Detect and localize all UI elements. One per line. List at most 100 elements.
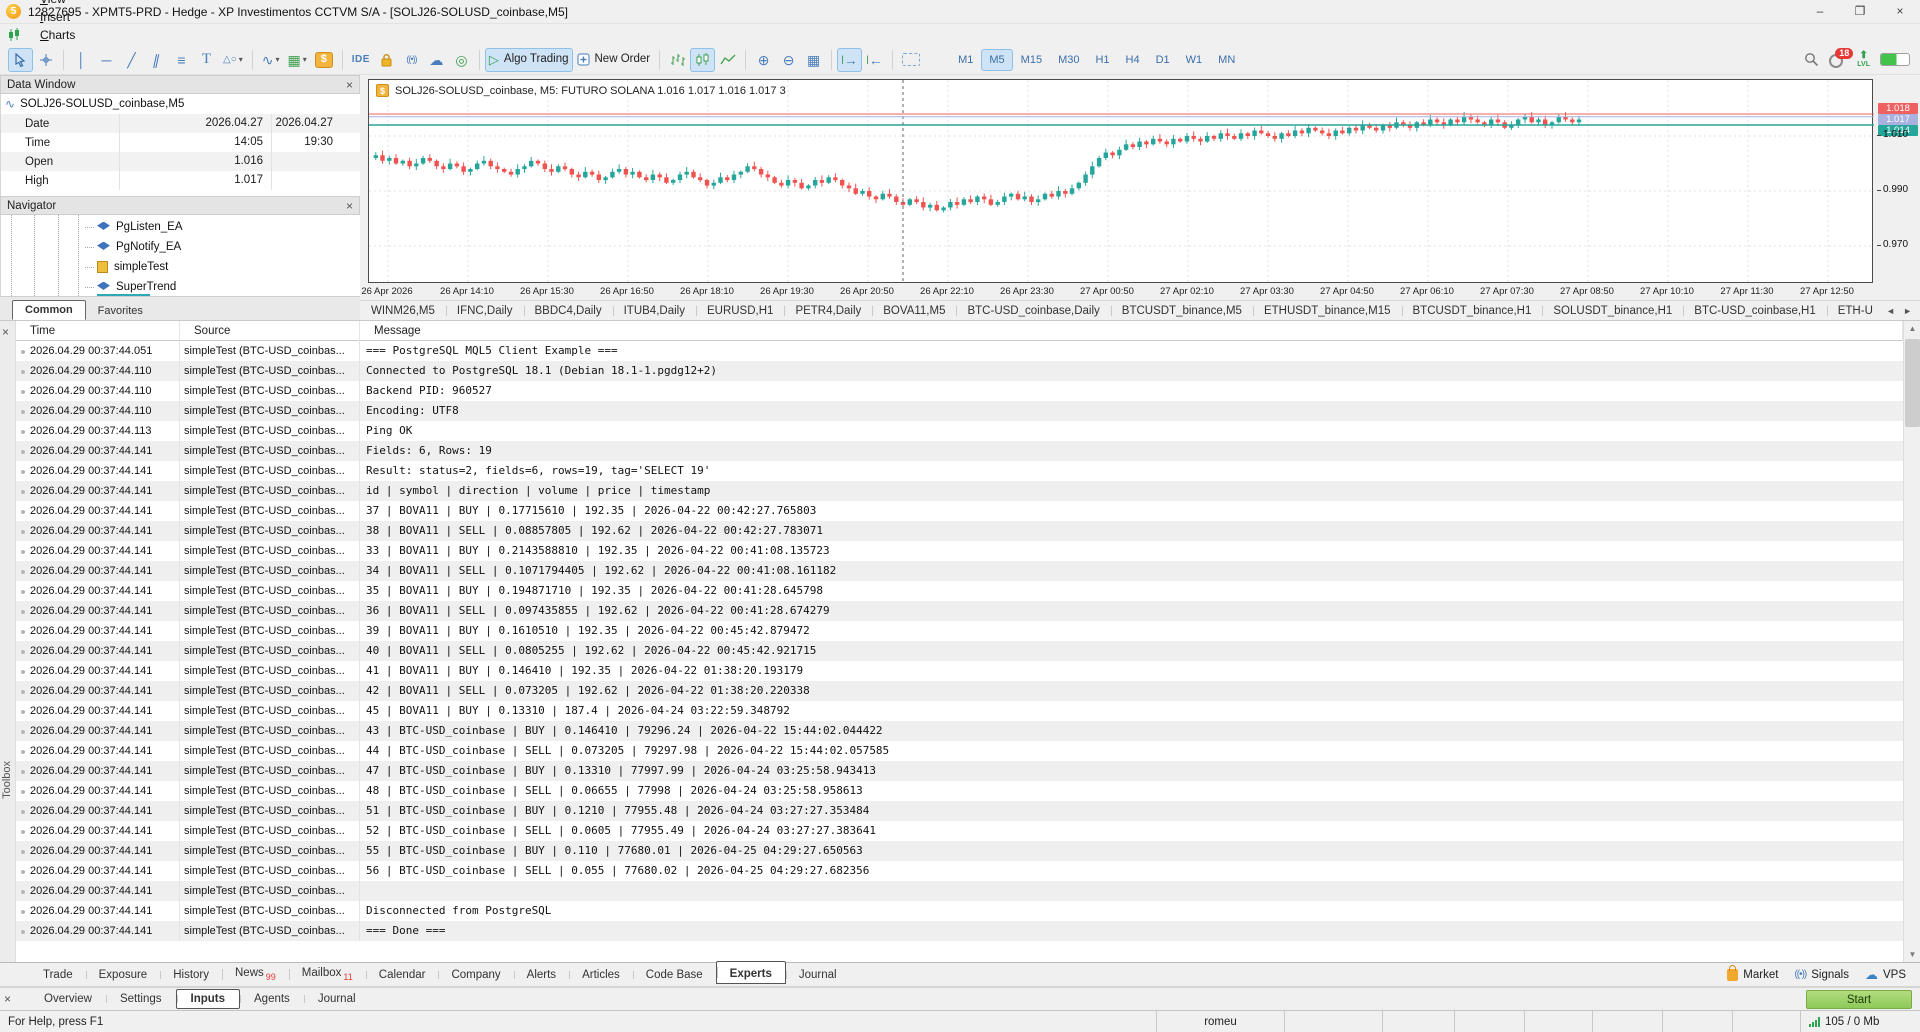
toolbox-tab[interactable]: Calendar [365,966,439,984]
bar-chart-type-button[interactable] [665,48,690,72]
vertical-line-button[interactable]: │ [69,48,94,72]
chart-tab[interactable]: EURUSD,H1 [695,303,784,319]
log-row[interactable]: 2026.04.29 00:37:44.141 simpleTest (BTC-… [16,801,1903,821]
chart-shift-button[interactable]: 𝍩 → [837,47,863,72]
fibonacci-button[interactable]: ≡ [169,48,194,72]
navigator-tab[interactable]: Favorites [86,302,155,320]
navigator-item-PgNotify_EA[interactable]: PgNotify_EA [85,237,360,257]
chart-autoscroll-end-button[interactable]: 𝍩 ← [862,48,887,72]
scroll-down-icon[interactable]: ▼ [1904,947,1920,963]
close-button[interactable]: × [1880,0,1920,24]
menu-item[interactable]: View [29,0,94,8]
trendline-button[interactable]: ╱ [119,48,144,72]
chart-tab[interactable]: BBDC4,Daily [523,303,613,319]
timeframe-button[interactable]: H1 [1087,49,1117,71]
algo-trading-button[interactable]: ▷ Algo Trading [484,47,573,72]
vps-button[interactable]: ☁ VPS [1865,967,1906,983]
cloud-button[interactable]: ☁ [424,48,449,72]
chart-tab[interactable]: BTCUSDT_binance,H1 [1401,303,1543,319]
log-row[interactable]: 2026.04.29 00:37:44.113 simpleTest (BTC-… [16,421,1903,441]
log-row[interactable]: 2026.04.29 00:37:44.141 simpleTest (BTC-… [16,821,1903,841]
toolbox-tab[interactable]: Experts [715,961,786,984]
log-row[interactable]: 2026.04.29 00:37:44.141 simpleTest (BTC-… [16,921,1903,941]
log-column-source[interactable]: Source [180,321,360,341]
agents-panel-tab[interactable]: Journal [303,990,370,1008]
timeframe-button[interactable]: W1 [1178,49,1211,71]
scroll-up-icon[interactable]: ▲ [1904,321,1920,337]
toolbox-close-icon[interactable]: × [2,325,9,339]
new-order-button[interactable]: New Order [573,48,655,72]
log-column-message[interactable]: Message [360,321,1903,341]
log-row[interactable]: 2026.04.29 00:37:44.141 simpleTest (BTC-… [16,661,1903,681]
shapes-button[interactable]: △○ ▾ [219,48,247,72]
toolbox-tab[interactable]: Company [438,966,513,984]
minimize-button[interactable]: – [1800,0,1840,24]
log-row[interactable]: 2026.04.29 00:37:44.141 simpleTest (BTC-… [16,441,1903,461]
market-button[interactable]: Market [1727,964,1778,981]
log-row[interactable]: 2026.04.29 00:37:44.141 simpleTest (BTC-… [16,481,1903,501]
chart-tabs-scroll-left-icon[interactable]: ◄ [1886,306,1895,316]
log-row[interactable]: 2026.04.29 00:37:44.051 simpleTest (BTC-… [16,341,1903,361]
navigator-tab[interactable]: Common [12,300,86,320]
toolbox-tab[interactable]: Journal [785,966,850,984]
chart-canvas[interactable] [369,80,1874,284]
log-row[interactable]: 2026.04.29 00:37:44.141 simpleTest (BTC-… [16,781,1903,801]
navigator-item-PgListen_EA[interactable]: PgListen_EA [85,217,360,237]
lock-button[interactable] [374,48,399,72]
market-watch-dollar-button[interactable]: $ [311,48,337,72]
toolbox-tab[interactable]: Articles [569,966,633,984]
zoom-out-button[interactable]: ⊖ [776,48,801,72]
chart-tab[interactable]: PETR4,Daily [784,303,872,319]
menu-item[interactable]: Charts [29,26,94,44]
notifications-icon[interactable]: 18 [1829,47,1854,69]
toolbox-tab[interactable]: History [160,966,222,984]
log-scrollbar[interactable]: ▲ ▼ [1903,321,1920,963]
chart-tab[interactable]: ETHUSDT_binance,M15 [1252,303,1402,319]
agents-panel-tab[interactable]: Agents [240,990,304,1008]
chart-tab[interactable]: ITUB4,Daily [612,303,696,319]
log-row[interactable]: 2026.04.29 00:37:44.141 simpleTest (BTC-… [16,861,1903,881]
timeframe-button[interactable]: M30 [1050,49,1087,71]
chart-tab[interactable]: BTCUSDT_binance,M5 [1110,303,1253,319]
chart-tabs-scroll-right-icon[interactable]: ► [1903,306,1912,316]
cursor-button[interactable] [8,47,33,72]
log-row[interactable]: 2026.04.29 00:37:44.141 simpleTest (BTC-… [16,701,1903,721]
indicator-window-button[interactable]: ▦ ▾ [284,48,311,72]
lvl-indicator[interactable]: ⬆ LVL [1857,51,1870,69]
timeframe-button[interactable]: D1 [1148,49,1178,71]
log-row[interactable]: 2026.04.29 00:37:44.141 simpleTest (BTC-… [16,761,1903,781]
agents-panel-tab[interactable]: Overview [30,990,106,1008]
agents-panel-tab[interactable]: Settings [105,990,176,1008]
chart-tab[interactable]: WINM26,M5 [360,303,446,319]
chart-tab[interactable]: BTC-USD_coinbase,H1 [1683,303,1826,319]
chart-tab[interactable]: IFNC,Daily [445,303,524,319]
log-row[interactable]: 2026.04.29 00:37:44.141 simpleTest (BTC-… [16,641,1903,661]
log-row[interactable]: 2026.04.29 00:37:44.141 simpleTest (BTC-… [16,681,1903,701]
data-window-close-icon[interactable]: × [346,79,353,91]
log-row[interactable]: 2026.04.29 00:37:44.141 simpleTest (BTC-… [16,841,1903,861]
navigator-item-SuperTrend[interactable]: SuperTrend [85,277,360,296]
log-row[interactable]: 2026.04.29 00:37:44.141 simpleTest (BTC-… [16,901,1903,921]
log-row[interactable]: 2026.04.29 00:37:44.141 simpleTest (BTC-… [16,881,1903,901]
timeframe-button[interactable]: M5 [981,48,1013,71]
agents-panel-tab[interactable]: Inputs [175,989,240,1009]
chart-tab[interactable]: BOVA11,M5 [872,303,956,319]
log-row[interactable]: 2026.04.29 00:37:44.141 simpleTest (BTC-… [16,621,1903,641]
navigator-close-icon[interactable]: × [346,200,353,212]
indicators-button[interactable]: ∿ ▾ [258,48,284,72]
agents-panel-close-icon[interactable]: × [4,992,11,1006]
log-row[interactable]: 2026.04.29 00:37:44.110 simpleTest (BTC-… [16,361,1903,381]
log-row[interactable]: 2026.04.29 00:37:44.141 simpleTest (BTC-… [16,601,1903,621]
candlestick-chart-type-button[interactable] [690,47,716,72]
chart-tab[interactable]: SOLUSDT_binance,H1 [1542,303,1683,319]
toolbox-tab[interactable]: Alerts [513,966,569,984]
timeframe-button[interactable]: MN [1210,49,1243,71]
chart-tab[interactable]: BTC-USD_coinbase,Daily [956,303,1110,319]
toolbox-tab[interactable]: Mailbox 11 [288,964,366,985]
timeframe-button[interactable]: M15 [1013,49,1050,71]
mql5-community-button[interactable]: ◎ [449,48,474,72]
toolbox-tab[interactable]: Code Base [632,966,716,984]
zoom-in-button[interactable]: ⊕ [751,48,776,72]
log-row[interactable]: 2026.04.29 00:37:44.110 simpleTest (BTC-… [16,381,1903,401]
toolbox-tab[interactable]: Exposure [85,966,161,984]
